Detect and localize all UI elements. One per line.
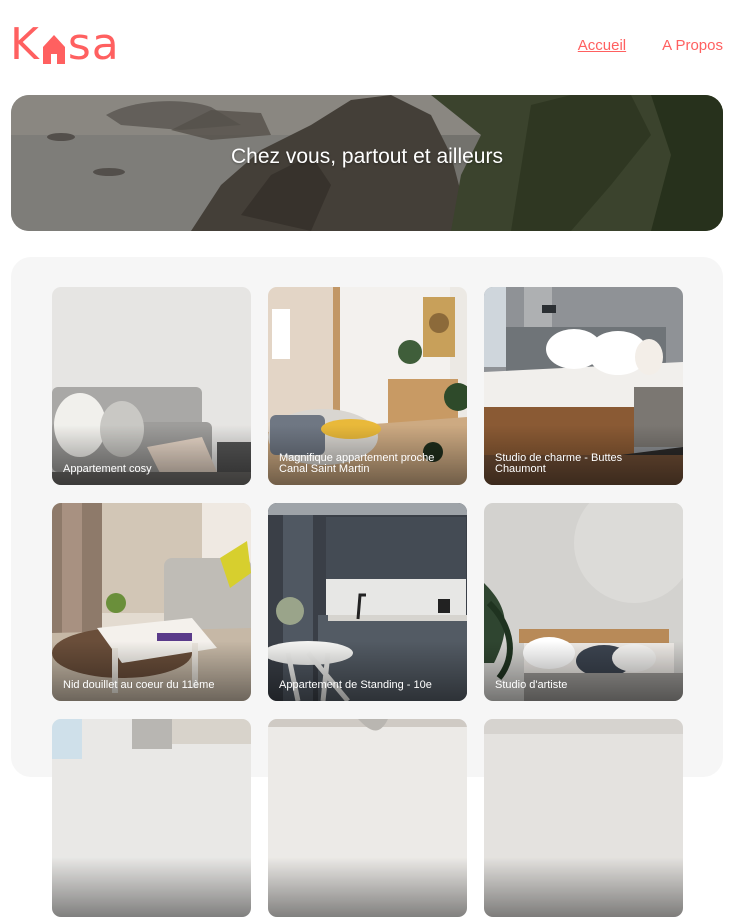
listing-title: Magnifique appartement proche Canal Sain… (279, 452, 435, 475)
listing-card[interactable]: Appartement de Standing - 10e (268, 503, 467, 701)
listings-gallery: Appartement cosy Magnifique appartement … (11, 257, 723, 917)
nav-link-a-propos[interactable]: A Propos (662, 37, 723, 54)
kasa-logo[interactable]: K sa (10, 22, 120, 68)
house-icon (42, 35, 65, 64)
listing-title: Nid douillet au coeur du 11ème (63, 679, 215, 691)
listing-card[interactable] (268, 719, 467, 917)
listing-title: Appartement de Standing - 10e (279, 679, 432, 691)
hero-banner: Chez vous, partout et ailleurs (11, 95, 723, 231)
listing-title: Appartement cosy (63, 463, 152, 475)
listing-card[interactable]: Appartement cosy (52, 287, 251, 485)
listing-card[interactable] (484, 719, 683, 917)
listing-photo (52, 503, 251, 701)
header: K sa Accueil A Propos (0, 0, 735, 95)
main-nav: Accueil A Propos (578, 37, 723, 54)
listing-photo (484, 719, 683, 917)
listing-photo (484, 503, 683, 701)
listing-card[interactable] (52, 719, 251, 917)
banner-title: Chez vous, partout et ailleurs (231, 145, 503, 168)
logo-letters-sa: sa (67, 19, 120, 70)
listing-photo (52, 719, 251, 917)
logo-letter-k: K (10, 19, 40, 70)
listing-title: Studio de charme - Buttes Chaumont (495, 452, 623, 475)
listing-card[interactable]: Magnifique appartement proche Canal Sain… (268, 287, 467, 485)
nav-link-accueil[interactable]: Accueil (578, 37, 626, 54)
listing-photo (268, 503, 467, 701)
listing-title: Studio d'artiste (495, 679, 568, 691)
listing-card[interactable]: Studio d'artiste (484, 503, 683, 701)
listing-card[interactable]: Nid douillet au coeur du 11ème (52, 503, 251, 701)
listing-photo (52, 287, 251, 485)
listing-card[interactable]: Studio de charme - Buttes Chaumont (484, 287, 683, 485)
listing-photo (268, 719, 467, 917)
